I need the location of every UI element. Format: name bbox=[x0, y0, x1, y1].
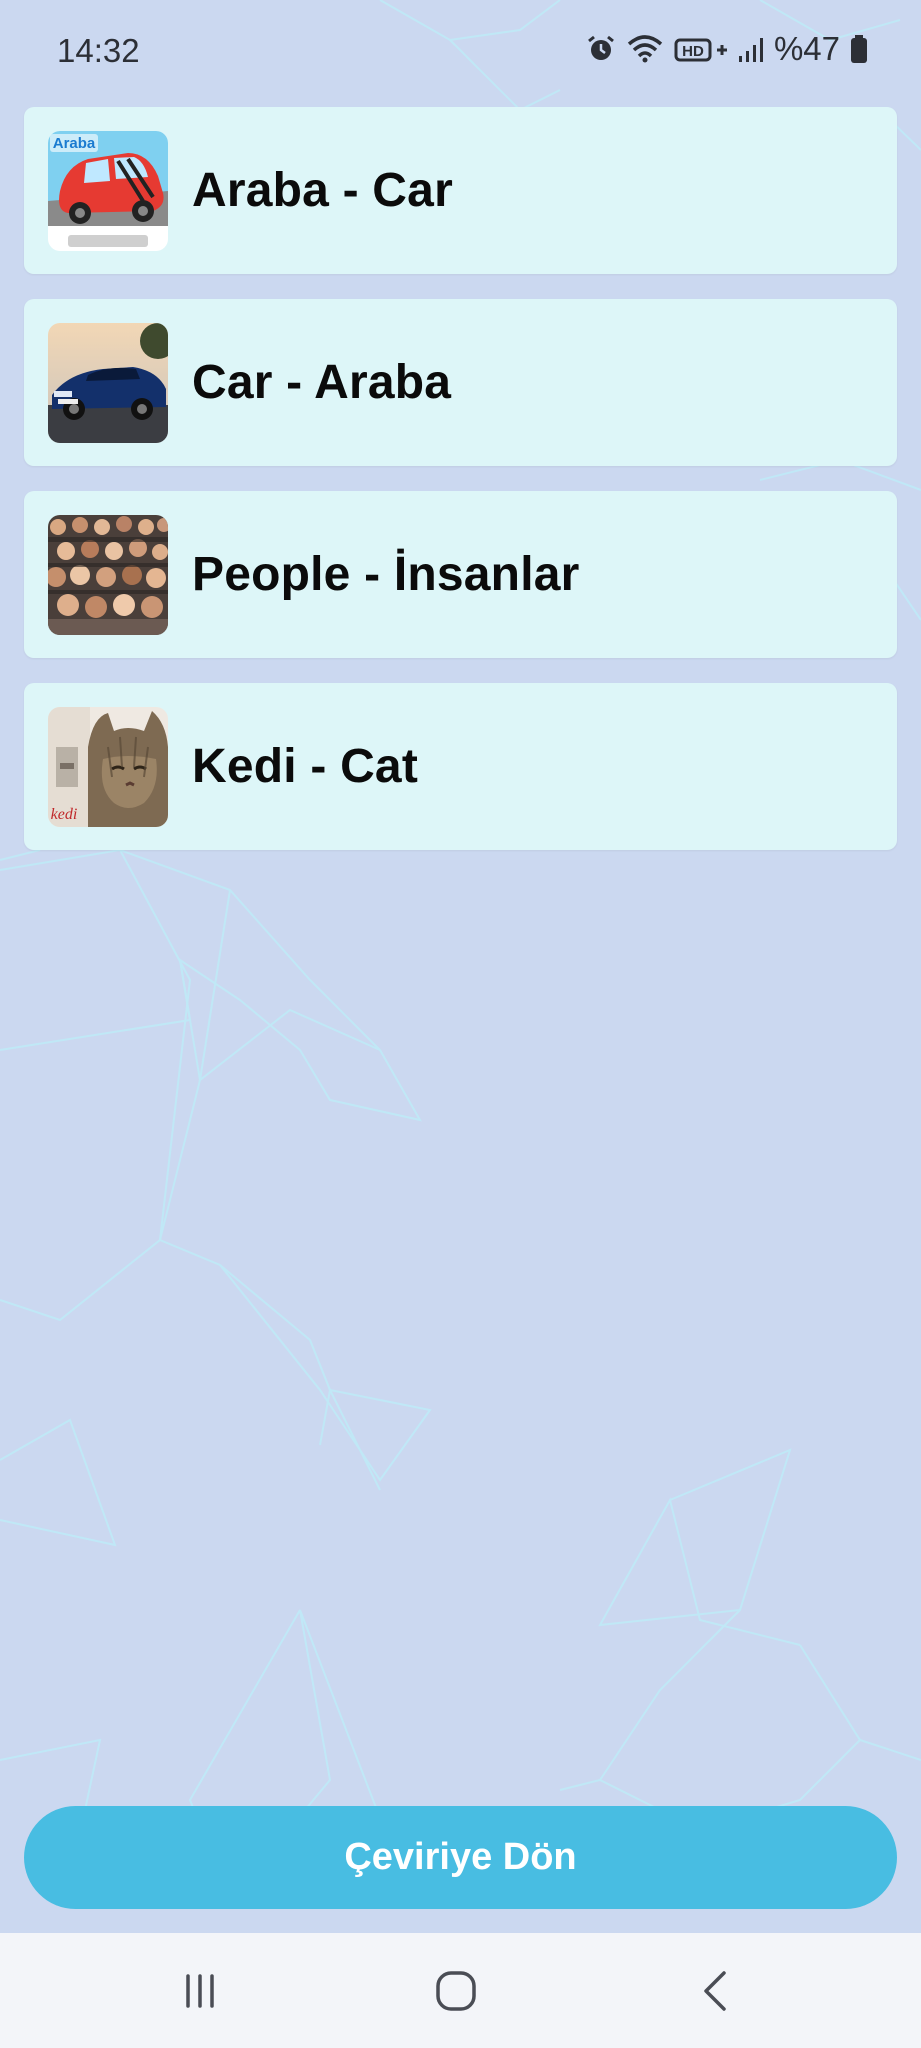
svg-text:HD: HD bbox=[682, 43, 704, 60]
return-to-translation-button[interactable]: Çeviriye Dön bbox=[24, 1806, 897, 1909]
signal-icon bbox=[738, 34, 764, 64]
item-label: Kedi - Cat bbox=[192, 740, 419, 793]
back-icon[interactable] bbox=[686, 1963, 746, 2019]
battery-text: %47 bbox=[773, 30, 840, 67]
alarm-icon bbox=[586, 34, 616, 64]
thumbnail-caption: Araba bbox=[53, 135, 96, 152]
list-item-kedi-cat[interactable]: kedi Kedi - Cat bbox=[24, 683, 897, 850]
list-item-car-araba[interactable]: Car - Araba bbox=[24, 299, 897, 466]
item-label: Car - Araba bbox=[192, 356, 452, 409]
status-bar: 14:32 HD %47 bbox=[0, 0, 921, 100]
list-item-araba-car[interactable]: Araba Araba - Car bbox=[24, 107, 897, 274]
hd-plus-icon: HD bbox=[674, 34, 728, 64]
recent-apps-icon[interactable] bbox=[170, 1963, 230, 2019]
battery-icon bbox=[850, 34, 868, 64]
status-time: 14:32 bbox=[57, 32, 140, 69]
thumbnail-caption: kedi bbox=[51, 806, 78, 823]
item-label: Araba - Car bbox=[192, 164, 453, 217]
system-nav-bar bbox=[0, 1933, 921, 2048]
item-label: People - İnsanlar bbox=[192, 548, 580, 601]
wifi-icon bbox=[626, 34, 664, 64]
home-icon[interactable] bbox=[426, 1963, 486, 2019]
word-list: Araba Araba - Car Car - Araba People - İ… bbox=[24, 107, 897, 875]
status-icons: HD %47 bbox=[586, 30, 868, 68]
crowd-thumbnail bbox=[48, 515, 168, 635]
cartoon-car-thumbnail: Araba bbox=[48, 131, 168, 251]
blue-sports-car-thumbnail bbox=[48, 323, 168, 443]
list-item-people-insanlar[interactable]: People - İnsanlar bbox=[24, 491, 897, 658]
cat-thumbnail: kedi bbox=[48, 707, 168, 827]
